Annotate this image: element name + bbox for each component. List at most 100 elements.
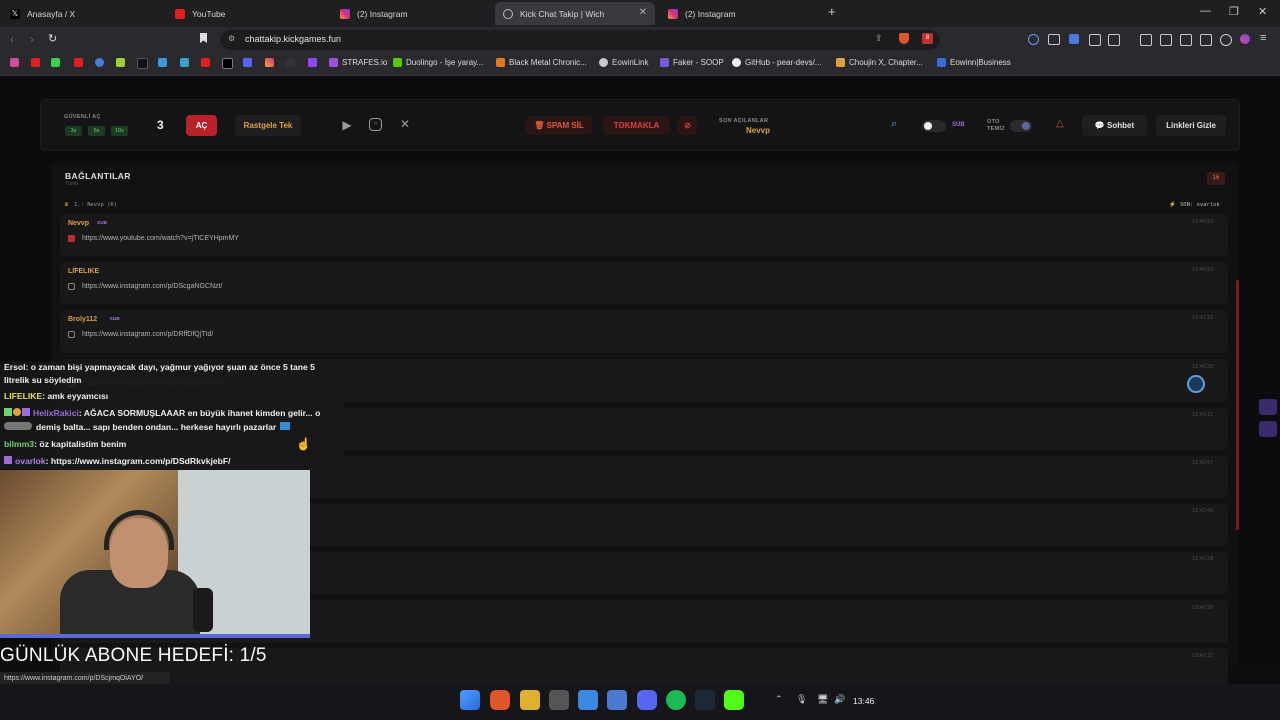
windows-start-icon[interactable] — [460, 690, 480, 710]
open-count[interactable]: 3 — [157, 118, 164, 132]
wallet-icon[interactable] — [1180, 34, 1192, 46]
link-url[interactable]: https://www.youtube.com/watch?v=jTICEYHp… — [82, 235, 239, 242]
download-icon[interactable] — [1108, 34, 1120, 46]
bookmark-favicon-icon[interactable] — [116, 58, 125, 67]
block-icon[interactable]: ⊘ — [678, 116, 697, 135]
link-url[interactable]: https://www.instagram.com/p/DScgaNGCNzt/ — [82, 283, 222, 290]
open-button[interactable]: AÇ — [186, 115, 217, 136]
spotify-icon[interactable] — [666, 690, 686, 710]
forward-icon[interactable]: › — [30, 32, 34, 46]
url-text[interactable]: chattakip.kickgames.fun — [245, 34, 341, 44]
discord-icon[interactable] — [637, 690, 657, 710]
share-icon[interactable]: ⇪ — [875, 33, 883, 44]
multiplier-3x-button[interactable]: 3x — [65, 126, 82, 136]
youtube-icon[interactable] — [31, 58, 40, 67]
youtube-icon[interactable] — [74, 58, 83, 67]
bookmark-favicon-icon[interactable] — [10, 58, 19, 67]
random-one-button[interactable]: Rastgele Tek — [235, 115, 301, 136]
tab-x[interactable]: 𝕏 Anasayfa / X — [2, 2, 167, 25]
volume-icon[interactable]: 🔊 — [834, 694, 845, 705]
chat-line: litrelik su söyledim — [4, 375, 82, 385]
instagram-icon[interactable]: ○ — [369, 118, 382, 131]
chat-button[interactable]: 💬 Sohbet — [1082, 115, 1147, 136]
alert-icon[interactable]: △ — [1056, 118, 1064, 129]
minimize-icon[interactable]: — — [1200, 5, 1211, 17]
new-tab-button[interactable]: + — [828, 4, 836, 19]
back-icon[interactable]: ‹ — [10, 32, 14, 46]
bookmark-black-metal[interactable]: Black Metal Chronic... — [496, 58, 587, 67]
close-icon[interactable]: ✕ — [639, 7, 647, 18]
youtube-icon[interactable] — [201, 58, 210, 67]
bookmark-eowinn-business[interactable]: Eowinn|Business — [937, 58, 1011, 67]
screen-icon[interactable] — [1048, 34, 1060, 45]
bookmark-eowinlink[interactable]: EowinLink — [599, 58, 648, 67]
bookmark-favicon-icon[interactable] — [95, 58, 104, 67]
linkedin-icon[interactable] — [180, 58, 189, 67]
sub-toggle[interactable] — [922, 120, 946, 132]
network-icon[interactable]: 🖥 — [817, 694, 828, 705]
tiktok-icon[interactable] — [137, 58, 148, 69]
bookmark-github[interactable]: GitHub - pear-devs/... — [732, 58, 821, 67]
scrollbar-thumb[interactable] — [1236, 280, 1239, 530]
bookmark-strafes[interactable]: STRAFES.io — [329, 58, 387, 67]
x-logo-icon[interactable]: ✕ — [397, 116, 413, 132]
kick-icon[interactable] — [724, 690, 744, 710]
bookmark-faker[interactable]: Faker - SOOP — [660, 58, 724, 67]
link-row[interactable]: Broly112 SUB https://www.instagram.com/p/D… — [60, 310, 1228, 353]
auto-clean-toggle[interactable] — [1010, 120, 1032, 132]
close-window-icon[interactable]: ✕ — [1258, 5, 1267, 18]
link-url[interactable]: https://www.instagram.com/p/DRffDfQjTId/ — [82, 331, 213, 338]
discord-icon[interactable] — [243, 58, 252, 67]
side-translate-icon[interactable] — [1259, 421, 1277, 437]
stop-button[interactable]: TOKMAKLA — [603, 116, 670, 135]
reading-list-icon[interactable] — [1140, 34, 1152, 46]
panel-subtitle: Tümü — [65, 181, 78, 187]
site-info-icon[interactable]: ⚙ — [228, 34, 235, 43]
tab-youtube[interactable]: YouTube — [167, 2, 332, 25]
puzzle-icon[interactable] — [1089, 34, 1101, 46]
search-icon[interactable]: ⌕ — [891, 118, 897, 131]
multiplier-5x-button[interactable]: 5x — [88, 126, 105, 136]
clock[interactable]: 13:46 — [853, 696, 874, 706]
link-row[interactable]: LIFELIKE https://www.instagram.com/p/DScg… — [60, 262, 1228, 305]
side-extension-icon[interactable] — [1259, 399, 1277, 415]
vpn-icon[interactable] — [1220, 34, 1232, 46]
location-pin-icon[interactable] — [1187, 375, 1205, 393]
bookmark-favicon-icon[interactable] — [158, 58, 167, 67]
instagram-icon[interactable] — [265, 58, 274, 67]
x-logo-icon[interactable] — [222, 58, 233, 69]
rewards-icon[interactable]: 8 — [922, 33, 933, 44]
bookmark-choujin[interactable]: Choujin X, Chapter... — [836, 58, 923, 67]
twitch-icon[interactable] — [308, 58, 317, 67]
kick-icon[interactable] — [51, 58, 60, 67]
profile-icon[interactable] — [1240, 34, 1250, 44]
leo-icon[interactable] — [1200, 34, 1212, 46]
tab-kick-chat[interactable]: Kick Chat Takip | Wich ✕ — [495, 2, 655, 25]
bookmark-duolingo[interactable]: Duolingo - İşe yaray... — [393, 58, 483, 67]
sub-toggle-label: SUB — [952, 122, 965, 128]
fire-icon: ⚡ — [1169, 202, 1176, 208]
link-row[interactable]: Nevvp SUB https://www.youtube.com/watch?v=… — [60, 214, 1228, 257]
tray-icon[interactable]: ⌃ — [775, 694, 783, 705]
hammer-icon[interactable] — [549, 690, 569, 710]
multiplier-10x-button[interactable]: 10x — [111, 126, 128, 136]
menu-icon[interactable]: ≡ — [1260, 32, 1266, 44]
hide-links-button[interactable]: Linkleri Gizle — [1156, 115, 1226, 136]
spam-delete-button[interactable]: 🗑 SPAM SİL — [526, 116, 592, 135]
file-explorer-icon[interactable] — [520, 690, 540, 710]
sidebar-icon[interactable] — [1160, 34, 1172, 46]
brave-icon[interactable] — [490, 690, 510, 710]
tab-instagram-2[interactable]: (2) Instagram — [660, 2, 825, 25]
mic-icon[interactable]: 🎙 — [796, 694, 807, 705]
audio-icon[interactable] — [1028, 34, 1039, 45]
maximize-icon[interactable]: ❐ — [1229, 5, 1239, 18]
youtube-icon[interactable]: ▶ — [339, 117, 355, 133]
bookmark-favicon-icon[interactable] — [286, 58, 295, 67]
tab-instagram[interactable]: (2) Instagram — [332, 2, 495, 25]
reload-icon[interactable]: ↻ — [48, 32, 57, 45]
photos-icon[interactable] — [578, 690, 598, 710]
app-icon[interactable] — [607, 690, 627, 710]
brave-shield-icon[interactable] — [899, 33, 909, 44]
steam-icon[interactable] — [695, 690, 715, 710]
extension-icon[interactable] — [1069, 34, 1079, 44]
